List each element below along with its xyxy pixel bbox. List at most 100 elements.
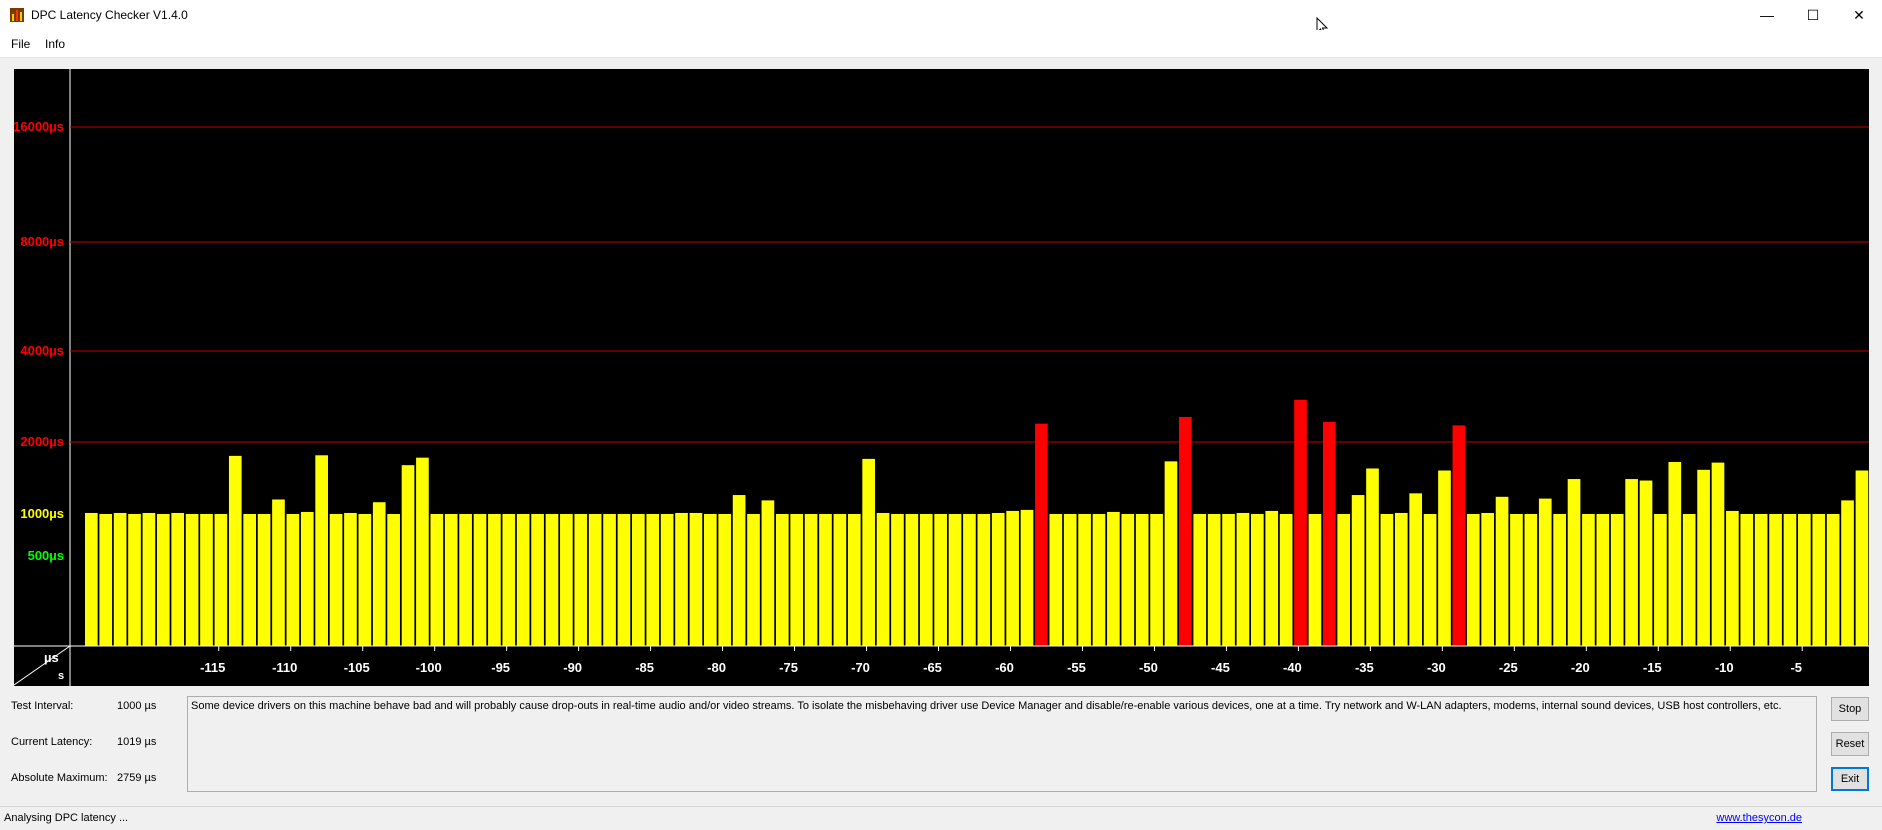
latency-bar (1193, 514, 1207, 646)
y-tick-label: 2000µs (20, 434, 64, 449)
latency-bar (1006, 510, 1019, 646)
x-tick-label: -15 (1643, 660, 1662, 675)
x-tick-label: -85 (635, 660, 654, 675)
x-tick-label: -50 (1139, 660, 1158, 675)
latency-bar (1754, 514, 1768, 646)
latency-bar (1337, 514, 1351, 646)
latency-bar (963, 514, 976, 646)
latency-bar (372, 502, 386, 646)
latency-bar (747, 514, 760, 646)
latency-bar (1826, 514, 1840, 646)
x-tick-label: -95 (491, 660, 510, 675)
y-unit-label: µs (44, 650, 59, 665)
latency-bar (1855, 470, 1869, 646)
latency-bar (977, 514, 991, 646)
maximize-button[interactable]: ☐ (1790, 0, 1836, 30)
x-unit-label: s (58, 670, 64, 682)
latency-bar (1394, 512, 1408, 646)
y-tick-label: 4000µs (20, 343, 64, 358)
latency-bar (243, 514, 257, 646)
latency-bar (689, 512, 703, 646)
exit-button[interactable]: Exit (1831, 767, 1869, 791)
latency-bar (833, 514, 847, 646)
latency-bar (1654, 514, 1667, 646)
latency-bar (416, 457, 429, 646)
x-tick-label: -55 (1067, 660, 1086, 675)
latency-bar (99, 514, 113, 646)
latency-bar (531, 514, 544, 646)
latency-bar (286, 514, 300, 646)
latency-bar (1553, 514, 1566, 646)
x-tick-label: -100 (416, 660, 442, 675)
latency-bar (603, 514, 616, 646)
x-tick-label: -105 (344, 660, 370, 675)
latency-bar (905, 514, 919, 646)
latency-bar (617, 514, 631, 646)
stop-button[interactable]: Stop (1831, 697, 1869, 721)
latency-bar (1294, 399, 1307, 646)
y-tick-label: 500µs (28, 548, 64, 563)
x-tick-label: -80 (707, 660, 726, 675)
test-interval-value: 1000 µs (117, 700, 157, 712)
latency-bar (1726, 510, 1739, 646)
latency-bar (171, 512, 185, 646)
latency-bar (646, 514, 660, 646)
latency-bar (732, 495, 746, 646)
latency-bar (329, 514, 343, 646)
latency-bar (214, 514, 228, 646)
latency-bar (718, 514, 732, 646)
latency-bar (430, 514, 444, 646)
latency-bar (1150, 514, 1163, 646)
latency-bar (401, 465, 415, 646)
latency-bar (1668, 461, 1682, 646)
y-tick-label: 16000µs (14, 119, 64, 134)
message-box[interactable]: Some device drivers on this machine beha… (187, 696, 1817, 792)
latency-bar (272, 499, 285, 646)
latency-bar (1308, 514, 1322, 646)
close-button[interactable]: ✕ (1836, 0, 1882, 30)
latency-bar (1135, 514, 1149, 646)
x-tick-label: -75 (779, 660, 798, 675)
latency-bar (1841, 500, 1854, 646)
latency-bar (228, 455, 242, 646)
latency-bar (1625, 479, 1638, 646)
latency-bar (1783, 514, 1797, 646)
website-link[interactable]: www.thesycon.de (1716, 812, 1802, 824)
latency-bar (1711, 462, 1725, 646)
latency-bar (1121, 514, 1135, 646)
latency-bar (300, 511, 314, 646)
latency-bar (991, 512, 1005, 646)
x-tick-label: -90 (563, 660, 582, 675)
latency-bar (876, 512, 890, 646)
x-tick-label: -70 (851, 660, 870, 675)
latency-bar (1682, 514, 1696, 646)
latency-bar (891, 514, 904, 646)
minimize-button[interactable]: — (1744, 0, 1790, 30)
latency-bar (1438, 470, 1451, 646)
latency-bar (156, 514, 170, 646)
x-tick-label: -20 (1571, 660, 1590, 675)
absolute-maximum-label: Absolute Maximum: (11, 772, 108, 784)
latency-bar (1049, 514, 1063, 646)
menu-file[interactable]: File (11, 37, 30, 51)
latency-bar (588, 514, 602, 646)
latency-bar (1351, 495, 1365, 646)
latency-bar (1366, 468, 1379, 646)
menu-info[interactable]: Info (45, 37, 65, 51)
reset-button[interactable]: Reset (1831, 732, 1869, 756)
status-text: Analysing DPC latency ... (4, 812, 129, 824)
latency-bar (1380, 514, 1394, 646)
latency-bar (1078, 514, 1091, 646)
latency-bar (444, 514, 458, 646)
latency-bar (703, 514, 717, 646)
latency-bar (819, 514, 832, 646)
latency-bar (200, 514, 213, 646)
latency-bar (1207, 514, 1221, 646)
latency-bar (1279, 514, 1293, 646)
latency-bar (560, 514, 573, 646)
latency-bar (1409, 493, 1423, 646)
latency-bar (516, 514, 530, 646)
x-tick-label: -35 (1355, 660, 1374, 675)
title-bar: DPC Latency Checker V1.4.0 — ☐ ✕ (0, 0, 1882, 30)
latency-bar (545, 514, 559, 646)
